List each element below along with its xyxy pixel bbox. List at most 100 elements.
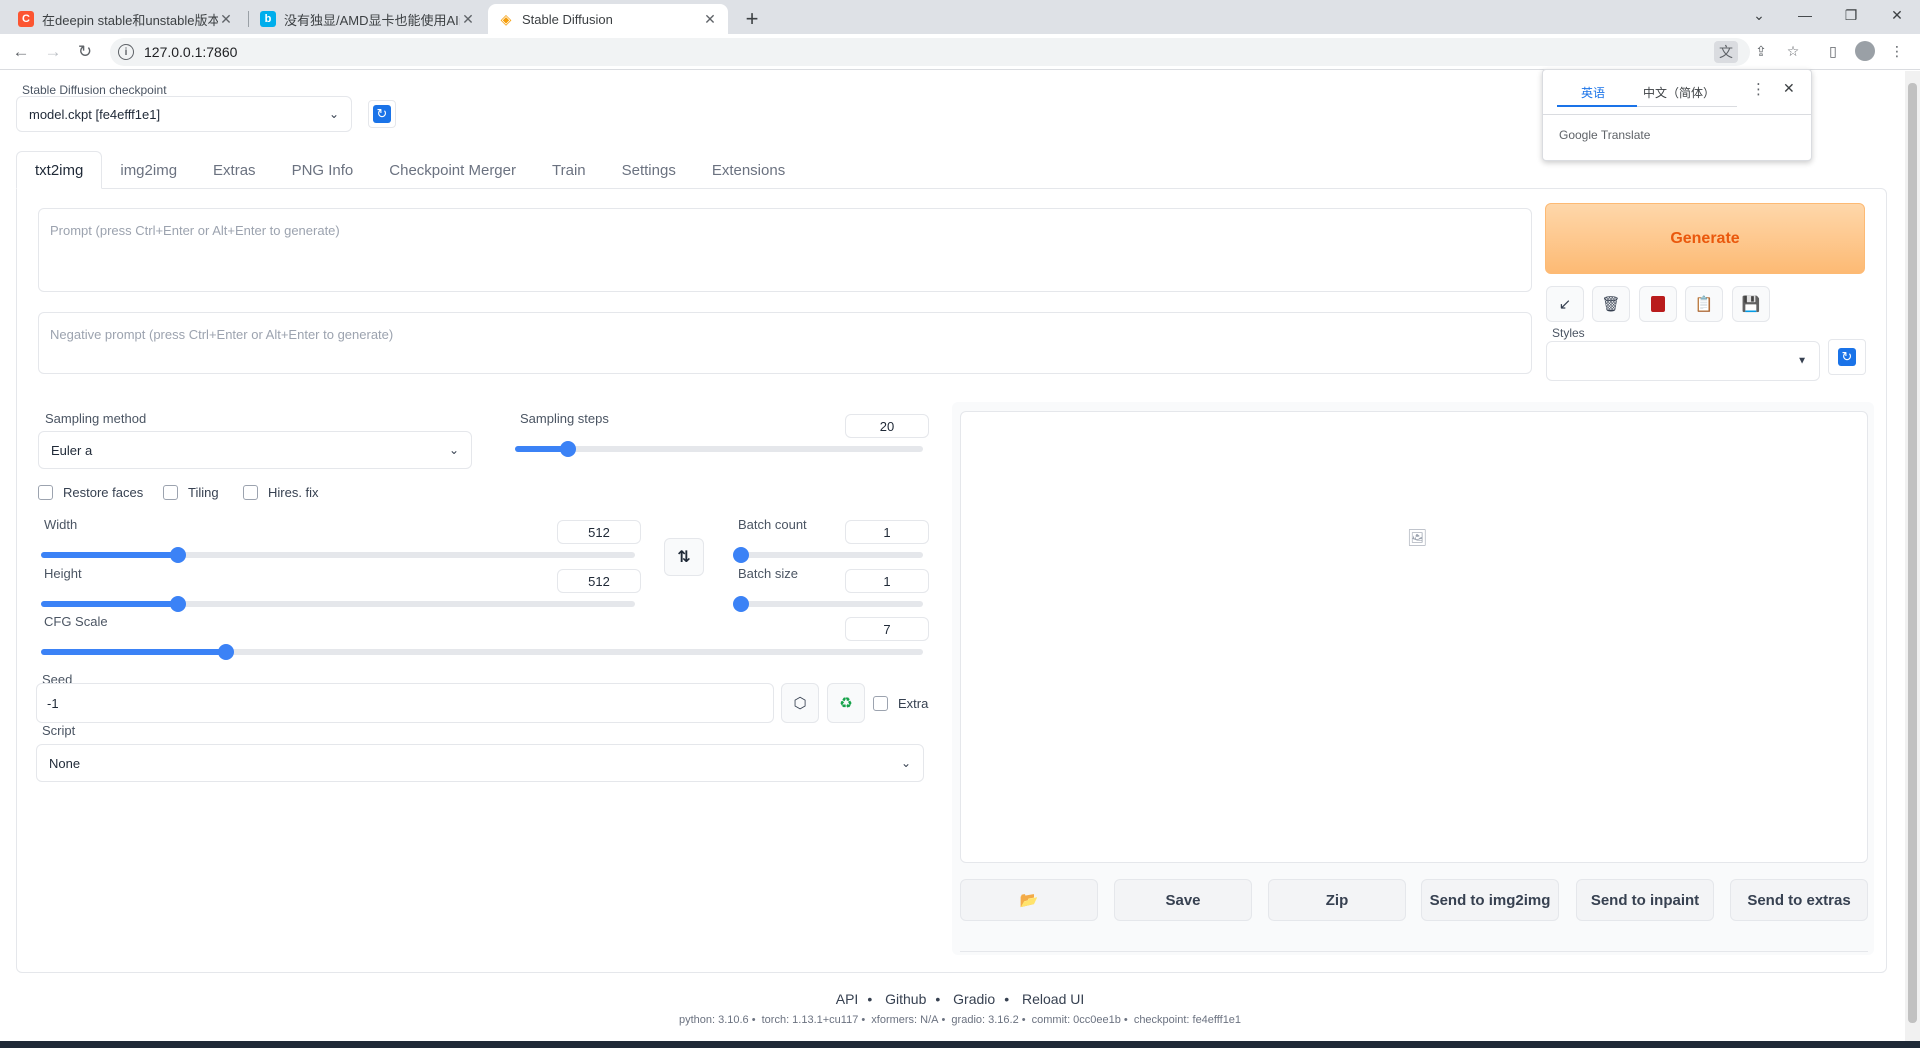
footer-link-gradio[interactable]: Gradio xyxy=(953,991,995,1007)
checkbox-box[interactable] xyxy=(243,485,258,500)
checkbox-box[interactable] xyxy=(38,485,53,500)
height-slider[interactable] xyxy=(41,596,635,612)
restore-faces-checkbox[interactable]: Restore faces xyxy=(38,485,143,500)
browser-tab-csdn[interactable]: C 在deepin stable和unstable版本 ✕ xyxy=(8,4,244,34)
seed-input[interactable]: -1 xyxy=(36,683,774,723)
close-tab-icon[interactable]: ✕ xyxy=(460,11,476,28)
site-info-icon[interactable]: i xyxy=(118,44,134,60)
recycle-icon: ♻ xyxy=(839,695,853,712)
dice-icon: ⬡ xyxy=(793,695,807,712)
tab-search-icon[interactable]: ⌄ xyxy=(1736,0,1782,30)
save-icon[interactable]: 💾 xyxy=(1732,286,1770,322)
reuse-seed-button[interactable]: ♻ xyxy=(827,683,865,723)
slider-handle[interactable] xyxy=(169,547,186,563)
profile-avatar-icon[interactable] xyxy=(1852,38,1878,64)
image-placeholder-icon: 🖼 xyxy=(1407,530,1428,547)
save-button[interactable]: Save xyxy=(1114,879,1252,921)
send-to-inpaint-button[interactable]: Send to inpaint xyxy=(1576,879,1714,921)
translate-icon[interactable]: 文 xyxy=(1714,41,1738,63)
new-tab-button[interactable]: + xyxy=(738,5,766,33)
prompt-input[interactable]: Prompt (press Ctrl+Enter or Alt+Enter to… xyxy=(38,208,1532,292)
reload-icon[interactable]: ↻ xyxy=(72,39,98,65)
minimize-button[interactable]: — xyxy=(1782,0,1828,30)
tab-train[interactable]: Train xyxy=(534,151,604,189)
card-icon[interactable] xyxy=(1639,286,1677,322)
page-scrollbar[interactable] xyxy=(1905,71,1920,1041)
checkpoint-select[interactable]: model.ckpt [fe4efff1e1] ⌄ xyxy=(16,96,352,132)
cfg-scale-slider[interactable] xyxy=(41,644,923,660)
checkbox-box[interactable] xyxy=(873,696,888,711)
tab-settings[interactable]: Settings xyxy=(604,151,694,189)
scrollbar-thumb[interactable] xyxy=(1908,83,1917,1023)
close-tab-icon[interactable]: ✕ xyxy=(702,11,718,28)
back-icon[interactable]: ← xyxy=(8,39,34,65)
tab-txt2img[interactable]: txt2img xyxy=(16,151,103,189)
refresh-styles-button[interactable]: ↻ xyxy=(1828,339,1866,375)
sampling-steps-input[interactable]: 20 xyxy=(845,414,929,438)
clipboard-icon[interactable]: 📋 xyxy=(1685,286,1723,322)
cfg-scale-input[interactable]: 7 xyxy=(845,617,929,641)
tab-img2img[interactable]: img2img xyxy=(102,151,195,189)
batch-count-input[interactable]: 1 xyxy=(845,520,929,544)
tab-extensions[interactable]: Extensions xyxy=(694,151,803,189)
height-input[interactable]: 512 xyxy=(557,569,641,593)
open-folder-button[interactable]: 📂 xyxy=(960,879,1098,921)
sampling-method-select[interactable]: Euler a ⌄ xyxy=(38,431,472,469)
close-icon[interactable]: ✕ xyxy=(1783,80,1795,97)
more-options-icon[interactable]: ⋮ xyxy=(1751,80,1766,98)
browser-tab-bar: C 在deepin stable和unstable版本 ✕ b 没有独显/AMD… xyxy=(0,0,1920,34)
slider-handle[interactable] xyxy=(560,441,577,457)
chevron-down-icon: ⌄ xyxy=(900,756,911,770)
sampling-steps-slider[interactable] xyxy=(515,441,923,457)
share-icon[interactable]: ⇪ xyxy=(1748,38,1774,64)
styles-select[interactable]: ▼ xyxy=(1546,341,1820,381)
slider-handle[interactable] xyxy=(732,547,749,563)
forward-icon[interactable]: → xyxy=(40,39,66,65)
random-seed-button[interactable]: ⬡ xyxy=(781,683,819,723)
refresh-checkpoint-button[interactable]: ↻ xyxy=(368,100,396,128)
browser-tab-bilibili[interactable]: b 没有独显/AMD显卡也能使用AI画 ✕ xyxy=(250,4,486,34)
restore-faces-label: Restore faces xyxy=(63,485,144,500)
swap-dimensions-button[interactable]: ⇅ xyxy=(664,538,704,576)
batch-size-input[interactable]: 1 xyxy=(845,569,929,593)
side-panel-icon[interactable]: ▯ xyxy=(1820,38,1846,64)
tiling-checkbox[interactable]: Tiling xyxy=(163,485,219,500)
footer-link-api[interactable]: API xyxy=(836,991,859,1007)
slider-handle[interactable] xyxy=(732,596,749,612)
checkbox-box[interactable] xyxy=(163,485,178,500)
tab-checkpoint-merger[interactable]: Checkpoint Merger xyxy=(371,151,534,189)
negative-prompt-input[interactable]: Negative prompt (press Ctrl+Enter or Alt… xyxy=(38,312,1532,374)
folder-icon: 📂 xyxy=(1019,892,1039,909)
maximize-button[interactable]: ❐ xyxy=(1828,0,1874,30)
hires-fix-checkbox[interactable]: Hires. fix xyxy=(243,485,319,500)
footer-link-reload-ui[interactable]: Reload UI xyxy=(1022,991,1084,1007)
extra-label: Extra xyxy=(898,696,929,711)
generate-button[interactable]: Generate xyxy=(1545,203,1865,274)
footer-link-github[interactable]: Github xyxy=(885,991,926,1007)
width-input[interactable]: 512 xyxy=(557,520,641,544)
trash-icon[interactable]: 🗑 xyxy=(1592,286,1630,322)
batch-size-slider[interactable] xyxy=(732,596,923,612)
tab-extras[interactable]: Extras xyxy=(195,151,274,189)
url-bar[interactable]: i 127.0.0.1:7860 xyxy=(110,38,1750,66)
close-tab-icon[interactable]: ✕ xyxy=(218,11,234,28)
menu-kebab-icon[interactable]: ⋮ xyxy=(1884,38,1910,64)
slider-handle[interactable] xyxy=(169,596,186,612)
footer-links: API • Github • Gradio • Reload UI xyxy=(835,991,1085,1007)
batch-count-slider[interactable] xyxy=(732,547,923,563)
translate-target-lang[interactable]: 中文（简体） xyxy=(1643,84,1715,101)
tab-png-info[interactable]: PNG Info xyxy=(274,151,372,189)
translate-popup: 英语 中文（简体） ⋮ ✕ Google Translate xyxy=(1542,69,1812,161)
send-to-extras-button[interactable]: Send to extras xyxy=(1730,879,1868,921)
send-to-img2img-button[interactable]: Send to img2img xyxy=(1421,879,1559,921)
bookmark-star-icon[interactable]: ☆ xyxy=(1780,38,1806,64)
translate-source-lang[interactable]: 英语 xyxy=(1581,84,1605,101)
width-slider[interactable] xyxy=(41,547,635,563)
extra-seed-checkbox[interactable]: Extra xyxy=(873,696,928,711)
checkpoint-value: model.ckpt [fe4efff1e1] xyxy=(29,106,161,122)
browser-tab-stable-diffusion[interactable]: ◈ Stable Diffusion ✕ xyxy=(488,4,728,34)
close-window-button[interactable]: ✕ xyxy=(1874,0,1920,30)
zip-button[interactable]: Zip xyxy=(1268,879,1406,921)
arrow-icon[interactable]: ↙ xyxy=(1546,286,1584,322)
script-select[interactable]: None ⌄ xyxy=(36,744,924,782)
